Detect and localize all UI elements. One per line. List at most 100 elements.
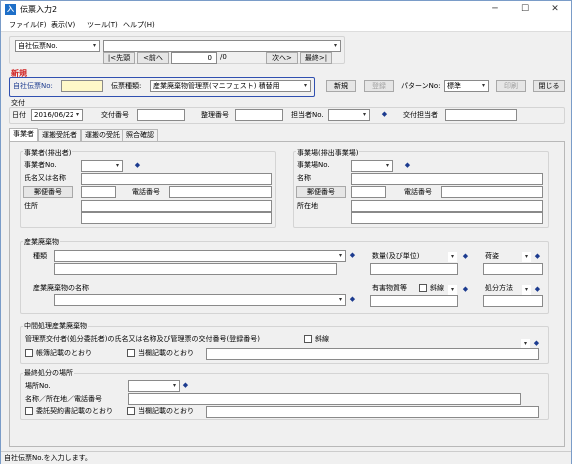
- lookup-icon[interactable]: ◆: [534, 252, 541, 261]
- lookup-icon[interactable]: ◆: [404, 161, 411, 170]
- register-button[interactable]: 登録: [364, 80, 394, 92]
- lookup-icon[interactable]: ◆: [381, 110, 388, 119]
- next-button[interactable]: 次へ>: [266, 52, 298, 64]
- final-input[interactable]: [206, 406, 539, 418]
- intermediate-slash-checkbox[interactable]: [304, 335, 312, 343]
- intermediate-input[interactable]: [206, 348, 539, 360]
- waste-hazard-input[interactable]: [370, 295, 458, 307]
- chevron-down-icon[interactable]: ▾: [448, 285, 457, 295]
- doc-no-input[interactable]: [137, 109, 185, 121]
- page-total: /0: [220, 53, 227, 61]
- waste-kind-select[interactable]: [54, 250, 346, 262]
- tab-verification[interactable]: 照合確認: [122, 129, 158, 141]
- final-name-label: 名称／所在地／電話番号: [25, 395, 102, 403]
- tab-carrier[interactable]: 運搬受託者: [38, 129, 81, 141]
- search-key-select[interactable]: 自社伝票No.: [15, 40, 100, 52]
- site-location-label: 所在地: [297, 202, 318, 210]
- final-column-checkbox[interactable]: [127, 407, 135, 415]
- lookup-icon[interactable]: ◆: [462, 285, 469, 294]
- final-section-title: 最終処分の場所: [23, 369, 74, 378]
- chevron-down-icon[interactable]: ▾: [301, 81, 310, 91]
- app-icon: 入: [5, 4, 16, 15]
- waste-form-label: 荷姿: [485, 252, 499, 260]
- chevron-down-icon[interactable]: ▾: [522, 285, 531, 295]
- site-zip-button[interactable]: 郵便番号: [296, 186, 346, 198]
- waste-method-input[interactable]: [483, 295, 543, 307]
- slip-type-select[interactable]: 産業廃棄物管理票(マニフェスト) 積替用: [150, 80, 311, 92]
- tab-business[interactable]: 事業者: [9, 128, 38, 141]
- site-location-input-1[interactable]: [351, 200, 543, 212]
- waste-kind-input[interactable]: [54, 263, 337, 275]
- lookup-icon[interactable]: ◆: [533, 339, 540, 348]
- business-name-input[interactable]: [81, 173, 272, 185]
- business-no-label: 事業者No.: [24, 161, 57, 169]
- menu-tools[interactable]: ツール(T): [87, 20, 118, 30]
- print-button[interactable]: 印刷: [496, 80, 526, 92]
- chevron-down-icon[interactable]: ▾: [479, 81, 488, 91]
- arrange-no-input[interactable]: [235, 109, 283, 121]
- chevron-down-icon[interactable]: ▾: [336, 295, 345, 305]
- minimize-button[interactable]: ─: [481, 1, 509, 18]
- tab-carriage[interactable]: 運搬の受託: [81, 129, 124, 141]
- site-zip-input[interactable]: [351, 186, 386, 198]
- waste-name-select[interactable]: [54, 294, 346, 306]
- chevron-down-icon[interactable]: ▾: [522, 252, 531, 262]
- person-input[interactable]: [445, 109, 517, 121]
- business-address-input-1[interactable]: [81, 200, 272, 212]
- business-zip-button[interactable]: 郵便番号: [23, 186, 73, 198]
- waste-method-label: 処分方法: [485, 284, 513, 292]
- page-current-input[interactable]: 0: [171, 52, 217, 64]
- lookup-icon[interactable]: ◆: [534, 285, 541, 294]
- menu-view[interactable]: 表示(V): [51, 20, 75, 30]
- first-button[interactable]: |<先頭: [103, 52, 135, 64]
- chevron-down-icon[interactable]: ▾: [90, 41, 99, 51]
- title-bar: 入 伝票入力2 ─ ☐ ✕: [1, 1, 571, 18]
- waste-kind-label: 種類: [33, 252, 47, 260]
- menu-help[interactable]: ヘルプ(H): [123, 20, 155, 30]
- main-window: 入 伝票入力2 ─ ☐ ✕ ファイル(F) 表示(V) ツール(T) ヘルプ(H…: [0, 0, 572, 464]
- status-text: 自社伝票No.を入力します。: [4, 454, 92, 462]
- waste-qty-input[interactable]: [370, 263, 458, 275]
- lookup-icon[interactable]: ◆: [134, 161, 141, 170]
- close-window-button[interactable]: ✕: [541, 1, 569, 18]
- last-button[interactable]: 最終>|: [300, 52, 332, 64]
- business-section-title: 事業者(排出者): [23, 149, 73, 158]
- lookup-icon[interactable]: ◆: [462, 252, 469, 261]
- chevron-down-icon[interactable]: ▾: [360, 110, 369, 120]
- site-name-input[interactable]: [351, 173, 543, 185]
- business-phone-input[interactable]: [169, 186, 272, 198]
- business-zip-input[interactable]: [81, 186, 116, 198]
- chevron-down-icon[interactable]: ▾: [170, 381, 179, 391]
- person-label: 交付担当者: [403, 111, 438, 119]
- prev-button[interactable]: <前へ: [137, 52, 169, 64]
- hazard-slash-checkbox[interactable]: [419, 284, 427, 292]
- chevron-down-icon[interactable]: ▾: [73, 110, 82, 120]
- maximize-button[interactable]: ☐: [511, 1, 539, 18]
- menu-file[interactable]: ファイル(F): [9, 20, 47, 30]
- final-name-input[interactable]: [128, 393, 521, 405]
- chevron-down-icon[interactable]: ▾: [383, 161, 392, 171]
- site-phone-input[interactable]: [441, 186, 543, 198]
- new-button[interactable]: 新規: [326, 80, 356, 92]
- business-name-label: 氏名又は名称: [24, 174, 66, 182]
- intermediate-section-title: 中間処理産業廃棄物: [23, 322, 88, 331]
- waste-form-input[interactable]: [483, 263, 543, 275]
- lookup-icon[interactable]: ◆: [182, 381, 189, 390]
- chevron-down-icon[interactable]: ▾: [336, 251, 345, 261]
- lookup-icon[interactable]: ◆: [349, 251, 356, 260]
- search-value-input[interactable]: [103, 40, 341, 52]
- chevron-down-icon[interactable]: ▾: [113, 161, 122, 171]
- slip-no-label: 自社伝票No:: [13, 82, 53, 90]
- final-column-label: 当欄記載のとおり: [138, 407, 194, 415]
- site-location-input-2[interactable]: [351, 212, 543, 224]
- ledger-checkbox[interactable]: [25, 349, 33, 357]
- close-button[interactable]: 閉じる: [533, 80, 565, 92]
- chevron-down-icon[interactable]: ▾: [331, 41, 340, 51]
- business-address-input-2[interactable]: [81, 212, 272, 224]
- chevron-down-icon[interactable]: ▾: [448, 252, 457, 262]
- intermediate-column-checkbox[interactable]: [127, 349, 135, 357]
- lookup-icon[interactable]: ◆: [349, 295, 356, 304]
- contract-checkbox[interactable]: [25, 407, 33, 415]
- waste-name-label: 産業廃棄物の名称: [33, 284, 89, 292]
- slip-no-input[interactable]: [61, 80, 103, 92]
